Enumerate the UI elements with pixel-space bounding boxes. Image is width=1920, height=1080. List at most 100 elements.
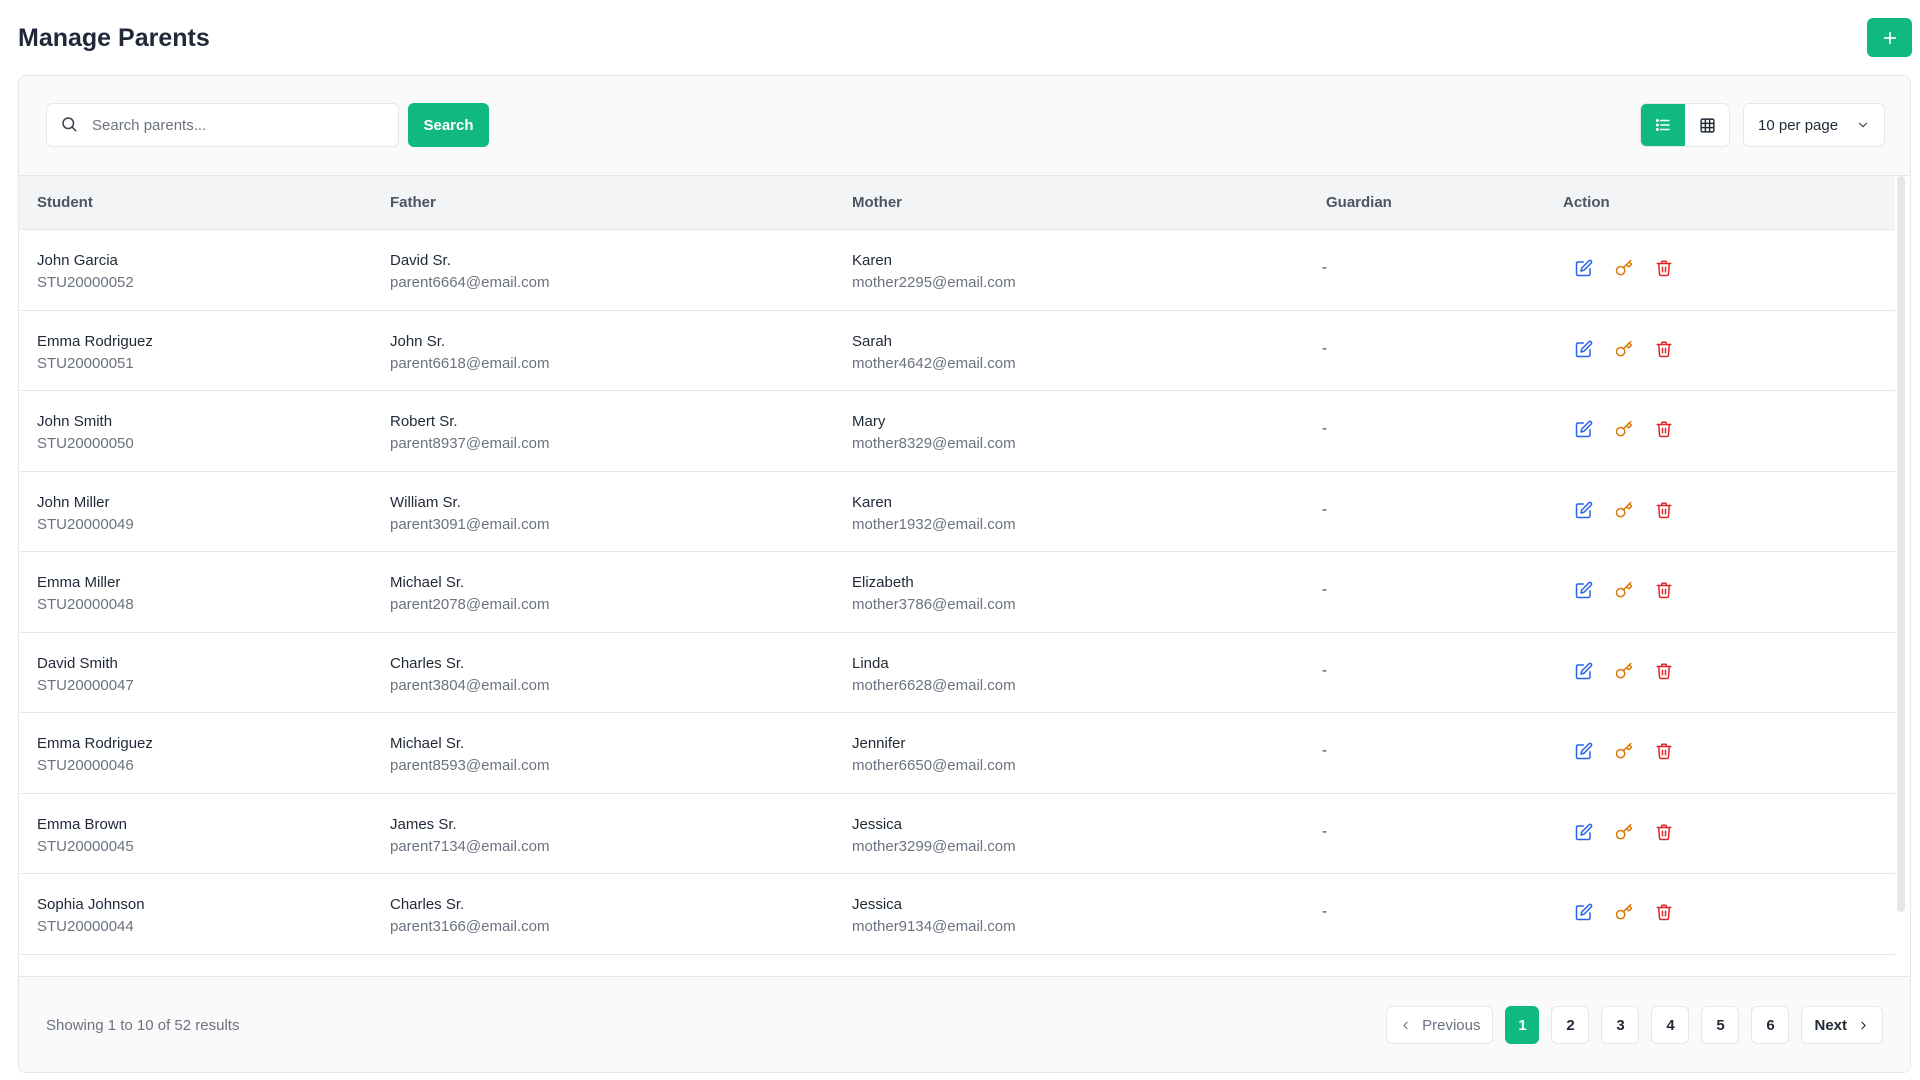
trash-icon[interactable] [1654, 822, 1674, 842]
row-actions [1574, 822, 1674, 842]
mother-email: mother6650@email.com [852, 757, 1016, 774]
table-scrollbar[interactable] [1897, 176, 1905, 912]
page-button-4[interactable]: 4 [1651, 1006, 1690, 1044]
key-icon[interactable] [1614, 419, 1634, 439]
search-button[interactable]: Search [408, 103, 489, 147]
mother-cell: Elizabeth mother3786@email.com [852, 572, 1016, 616]
edit-icon[interactable] [1574, 661, 1594, 681]
mother-name: Mary [852, 413, 886, 430]
father-name: Charles Sr. [390, 896, 465, 913]
page-title: Manage Parents [18, 24, 210, 52]
mother-cell: Mary mother8329@email.com [852, 411, 1016, 455]
mother-name: Linda [852, 654, 889, 672]
trash-icon[interactable] [1654, 580, 1674, 600]
plus-icon [1883, 31, 1896, 44]
student-name: Emma Rodriguez [37, 735, 153, 752]
page-button-2[interactable]: 2 [1551, 1006, 1590, 1044]
guardian-value: - [1322, 420, 1327, 437]
column-header-father: Father [390, 194, 436, 211]
father-name: Charles Sr. [390, 654, 465, 672]
trash-icon[interactable] [1654, 500, 1674, 520]
trash-icon[interactable] [1654, 339, 1674, 359]
trash-icon[interactable] [1654, 258, 1674, 278]
key-icon[interactable] [1614, 258, 1634, 278]
row-actions [1574, 661, 1674, 681]
edit-icon[interactable] [1574, 419, 1594, 439]
father-cell: Charles Sr. parent3166@email.com [390, 894, 549, 938]
trash-icon[interactable] [1654, 902, 1674, 922]
student-id: STU20000050 [37, 435, 134, 452]
row-actions [1574, 500, 1674, 520]
table-row: Emma Rodriguez STU20000046 Michael Sr. pare… [19, 713, 1895, 794]
father-cell: William Sr. parent3091@email.com [390, 492, 549, 536]
father-email: parent8937@email.com [390, 435, 550, 452]
key-icon[interactable] [1614, 661, 1634, 681]
key-icon[interactable] [1614, 500, 1634, 520]
father-email: parent3091@email.com [390, 515, 550, 533]
list-view-button[interactable] [1641, 104, 1685, 146]
page-button-3[interactable]: 3 [1601, 1006, 1640, 1044]
father-email: parent3804@email.com [390, 676, 550, 694]
mother-email: mother3299@email.com [852, 837, 1016, 855]
father-cell: Charles Sr. parent3804@email.com [390, 653, 549, 697]
per-page-select[interactable]: 10 per page [1743, 103, 1885, 147]
per-page-value: 10 per page [1758, 116, 1839, 134]
edit-icon[interactable] [1574, 258, 1594, 278]
chevron-left-icon [1403, 1021, 1408, 1029]
father-email: parent7134@email.com [390, 837, 550, 855]
edit-icon[interactable] [1574, 902, 1594, 922]
student-cell: Emma Rodriguez STU20000051 [37, 331, 153, 375]
table-row: Emma Rodriguez STU20000051 John Sr. parent6… [19, 311, 1895, 391]
page-button-5[interactable]: 5 [1701, 1006, 1740, 1044]
edit-icon[interactable] [1574, 822, 1594, 842]
key-icon[interactable] [1614, 339, 1634, 359]
mother-email: mother8329@email.com [852, 435, 1016, 452]
edit-icon[interactable] [1574, 500, 1594, 520]
column-header-student: Student [37, 194, 93, 211]
student-name: John Miller [37, 493, 110, 511]
trash-icon[interactable] [1654, 419, 1674, 439]
mother-name: Sarah [852, 332, 893, 350]
search-box[interactable] [46, 103, 399, 147]
mother-cell: Jessica mother9134@email.com [852, 894, 1016, 938]
trash-icon[interactable] [1654, 661, 1674, 681]
edit-icon[interactable] [1574, 580, 1594, 600]
parents-card: Search 10 per page Student Father Mother… [18, 75, 1911, 1073]
page-button-6[interactable]: 6 [1751, 1006, 1790, 1044]
results-summary: Showing 1 to 10 of 52 results [46, 1017, 240, 1034]
mother-cell: Sarah mother4642@email.com [852, 331, 1016, 375]
father-name: Michael Sr. [390, 574, 465, 591]
key-icon[interactable] [1614, 822, 1634, 842]
student-id: STU20000051 [37, 354, 134, 372]
add-parent-button[interactable] [1867, 18, 1912, 57]
father-cell: Michael Sr. parent2078@email.com [390, 572, 549, 616]
key-icon[interactable] [1614, 902, 1634, 922]
previous-page-button[interactable]: Previous [1386, 1006, 1494, 1044]
page-button-1[interactable]: 1 [1505, 1006, 1540, 1044]
student-id: STU20000047 [37, 676, 134, 694]
student-name: David Smith [37, 654, 118, 672]
edit-icon[interactable] [1574, 339, 1594, 359]
guardian-value: - [1322, 339, 1327, 357]
mother-name: Jessica [852, 815, 903, 833]
edit-icon[interactable] [1574, 741, 1594, 761]
toolbar: Search 10 per page [19, 76, 1910, 176]
next-page-button[interactable]: Next [1801, 1006, 1883, 1044]
father-name: William Sr. [390, 493, 461, 511]
student-name: Emma Miller [37, 574, 121, 591]
key-icon[interactable] [1614, 741, 1634, 761]
key-icon[interactable] [1614, 580, 1634, 600]
mother-name: Karen [852, 493, 893, 511]
father-cell: Robert Sr. parent8937@email.com [390, 411, 549, 455]
father-email: parent3166@email.com [390, 918, 550, 935]
trash-icon[interactable] [1654, 741, 1674, 761]
mother-cell: Linda mother6628@email.com [852, 653, 1016, 697]
mother-cell: Jessica mother3299@email.com [852, 814, 1016, 858]
mother-name: Karen [852, 252, 893, 269]
row-actions [1574, 902, 1674, 922]
search-input[interactable] [92, 116, 372, 134]
student-name: John Smith [37, 413, 113, 430]
row-actions [1574, 339, 1674, 359]
father-name: John Sr. [390, 332, 446, 350]
grid-view-button[interactable] [1685, 104, 1729, 146]
